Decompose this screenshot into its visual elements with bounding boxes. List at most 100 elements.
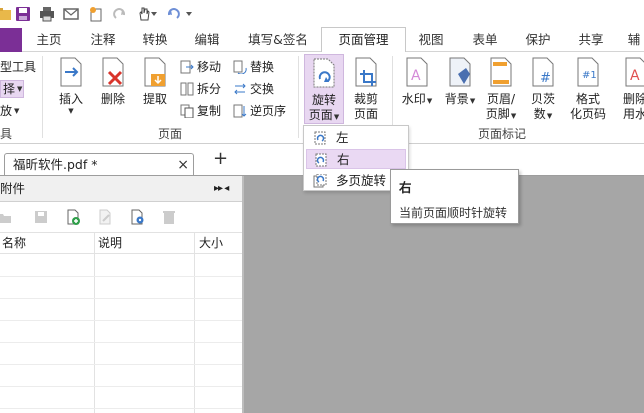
- rotate-right-label: 右: [337, 152, 350, 167]
- watermark-icon: A: [406, 57, 428, 87]
- attachments-panel: 附件 ▸▸ ◂ 名称 说明 大小: [0, 176, 244, 413]
- background-label: 背景: [444, 92, 469, 106]
- document-tab[interactable]: 福昕软件.pdf * ×: [4, 153, 194, 176]
- attachment-settings-icon[interactable]: [128, 208, 146, 226]
- multi-page-rotate-label: 多页旋转: [336, 173, 387, 188]
- left-tool-item[interactable]: 型工具: [0, 58, 36, 76]
- reverse-order-button[interactable]: 逆页序: [233, 102, 286, 120]
- insert-label: 插入: [58, 92, 83, 106]
- new-icon[interactable]: [86, 4, 106, 24]
- watermark-button[interactable]: A 水印▼: [399, 56, 435, 107]
- delete-button[interactable]: 删除: [95, 56, 131, 107]
- bates-number-button[interactable]: # 贝茨 数▼: [525, 56, 561, 122]
- swap-label: 交换: [250, 82, 275, 96]
- new-tab-button[interactable]: +: [213, 148, 228, 169]
- document-tab-title: 福昕软件.pdf *: [13, 157, 98, 172]
- folder-icon[interactable]: [0, 4, 14, 24]
- swap-button[interactable]: 交换: [233, 80, 274, 98]
- rotate-left-item[interactable]: 左: [306, 128, 406, 148]
- svg-text:#1: #1: [582, 70, 597, 81]
- print-icon[interactable]: [37, 4, 57, 24]
- pages-group-label: 页面: [158, 127, 183, 141]
- copy-button[interactable]: 复制: [180, 102, 221, 120]
- background-icon: [449, 57, 471, 87]
- tab-protect[interactable]: 保护: [519, 28, 557, 52]
- close-icon[interactable]: ×: [177, 154, 189, 176]
- header-footer-button[interactable]: 页眉/ 页脚▼: [481, 56, 521, 122]
- tab-home[interactable]: 主页: [30, 28, 68, 52]
- zoom-item[interactable]: 放 ▼: [0, 102, 19, 120]
- rotate-right-item[interactable]: 右: [306, 149, 406, 169]
- open-attachment-icon[interactable]: [0, 208, 14, 226]
- save-icon[interactable]: [13, 4, 33, 24]
- edit-attachment-icon[interactable]: [96, 208, 114, 226]
- bates-number-icon: #: [532, 57, 554, 87]
- header-footer-label-line1: 页眉/: [486, 92, 516, 106]
- background-button[interactable]: 背景▼: [442, 56, 478, 107]
- select-label: 择: [3, 82, 16, 96]
- rotate-label-line2: 页面: [308, 108, 333, 122]
- tooltip: 右 当前页面顺时针旋转: [390, 169, 519, 224]
- remove-watermark-button[interactable]: A 删除 用水: [620, 56, 644, 122]
- rotate-right-icon: [315, 153, 327, 167]
- split-button[interactable]: 拆分: [180, 80, 221, 98]
- tab-fill-sign[interactable]: 填写&签名: [244, 28, 312, 52]
- trash-icon[interactable]: [160, 208, 178, 226]
- column-description[interactable]: 说明: [96, 233, 122, 254]
- hand-dropdown-icon[interactable]: [149, 4, 159, 24]
- tab-accessibility[interactable]: 辅: [624, 28, 644, 52]
- page-marks-group-label: 页面标记: [478, 127, 527, 141]
- extract-label: 提取: [142, 92, 167, 106]
- group-divider: [42, 56, 43, 138]
- undo-icon[interactable]: [163, 4, 183, 24]
- column-size[interactable]: 大小: [197, 233, 223, 254]
- table-row: [0, 364, 242, 365]
- save-attachment-icon[interactable]: [32, 208, 50, 226]
- replace-label: 替换: [250, 60, 275, 74]
- attachments-panel-header: 附件 ▸▸ ◂: [0, 176, 242, 202]
- table-row: [0, 408, 242, 409]
- multi-page-rotate-icon: [313, 174, 327, 188]
- svg-text:A: A: [630, 68, 640, 84]
- chevron-down-icon: ▼: [14, 107, 20, 115]
- quick-access-toolbar: [0, 0, 644, 28]
- file-tab[interactable]: [0, 28, 22, 52]
- rotate-page-button[interactable]: 旋转 页面▼: [304, 54, 344, 124]
- tab-view[interactable]: 视图: [412, 28, 450, 52]
- replace-button[interactable]: 替换: [233, 58, 274, 76]
- tab-comment[interactable]: 注释: [84, 28, 122, 52]
- tab-page-management[interactable]: 页面管理: [321, 27, 406, 53]
- format-page-number-button[interactable]: #1 格式 化页码: [567, 56, 609, 122]
- format-label-line2: 化页码: [569, 107, 606, 121]
- swap-icon: [234, 83, 246, 95]
- reverse-order-label: 逆页序: [250, 104, 287, 118]
- select-item[interactable]: 择 ▼: [0, 80, 24, 98]
- tab-convert[interactable]: 转换: [136, 28, 174, 52]
- chevron-down-icon: ▼: [469, 97, 476, 105]
- svg-text:#: #: [540, 71, 551, 86]
- crop-page-button[interactable]: 裁剪 页面: [348, 56, 384, 122]
- redo-icon[interactable]: [110, 4, 130, 24]
- chevron-down-icon: ▼: [426, 97, 433, 105]
- move-icon: [180, 60, 194, 74]
- crop-page-icon: [355, 57, 377, 87]
- attachments-toolbar: [0, 204, 242, 232]
- split-label: 拆分: [197, 82, 222, 96]
- move-button[interactable]: 移动: [180, 58, 221, 76]
- header-footer-label-line2: 页脚: [485, 107, 510, 121]
- tab-share[interactable]: 共享: [572, 28, 610, 52]
- extract-button[interactable]: 提取: [137, 56, 173, 107]
- customize-dropdown-icon[interactable]: [184, 4, 194, 24]
- table-row: [0, 342, 242, 343]
- menu-bar: 主页 注释 转换 编辑 填写&签名 页面管理 视图 表单 保护 共享 辅: [0, 27, 644, 53]
- add-attachment-icon[interactable]: [64, 208, 82, 226]
- crop-label-line1: 裁剪: [353, 92, 378, 106]
- copy-icon: [180, 104, 194, 118]
- tab-form[interactable]: 表单: [466, 28, 504, 52]
- rotate-left-label: 左: [336, 130, 349, 145]
- tab-edit[interactable]: 编辑: [188, 28, 226, 52]
- column-name[interactable]: 名称: [0, 233, 26, 254]
- email-icon[interactable]: [61, 4, 81, 24]
- panel-collapse-icon[interactable]: ▸▸ ◂: [214, 176, 229, 202]
- insert-button[interactable]: 插入 ▼: [53, 56, 89, 115]
